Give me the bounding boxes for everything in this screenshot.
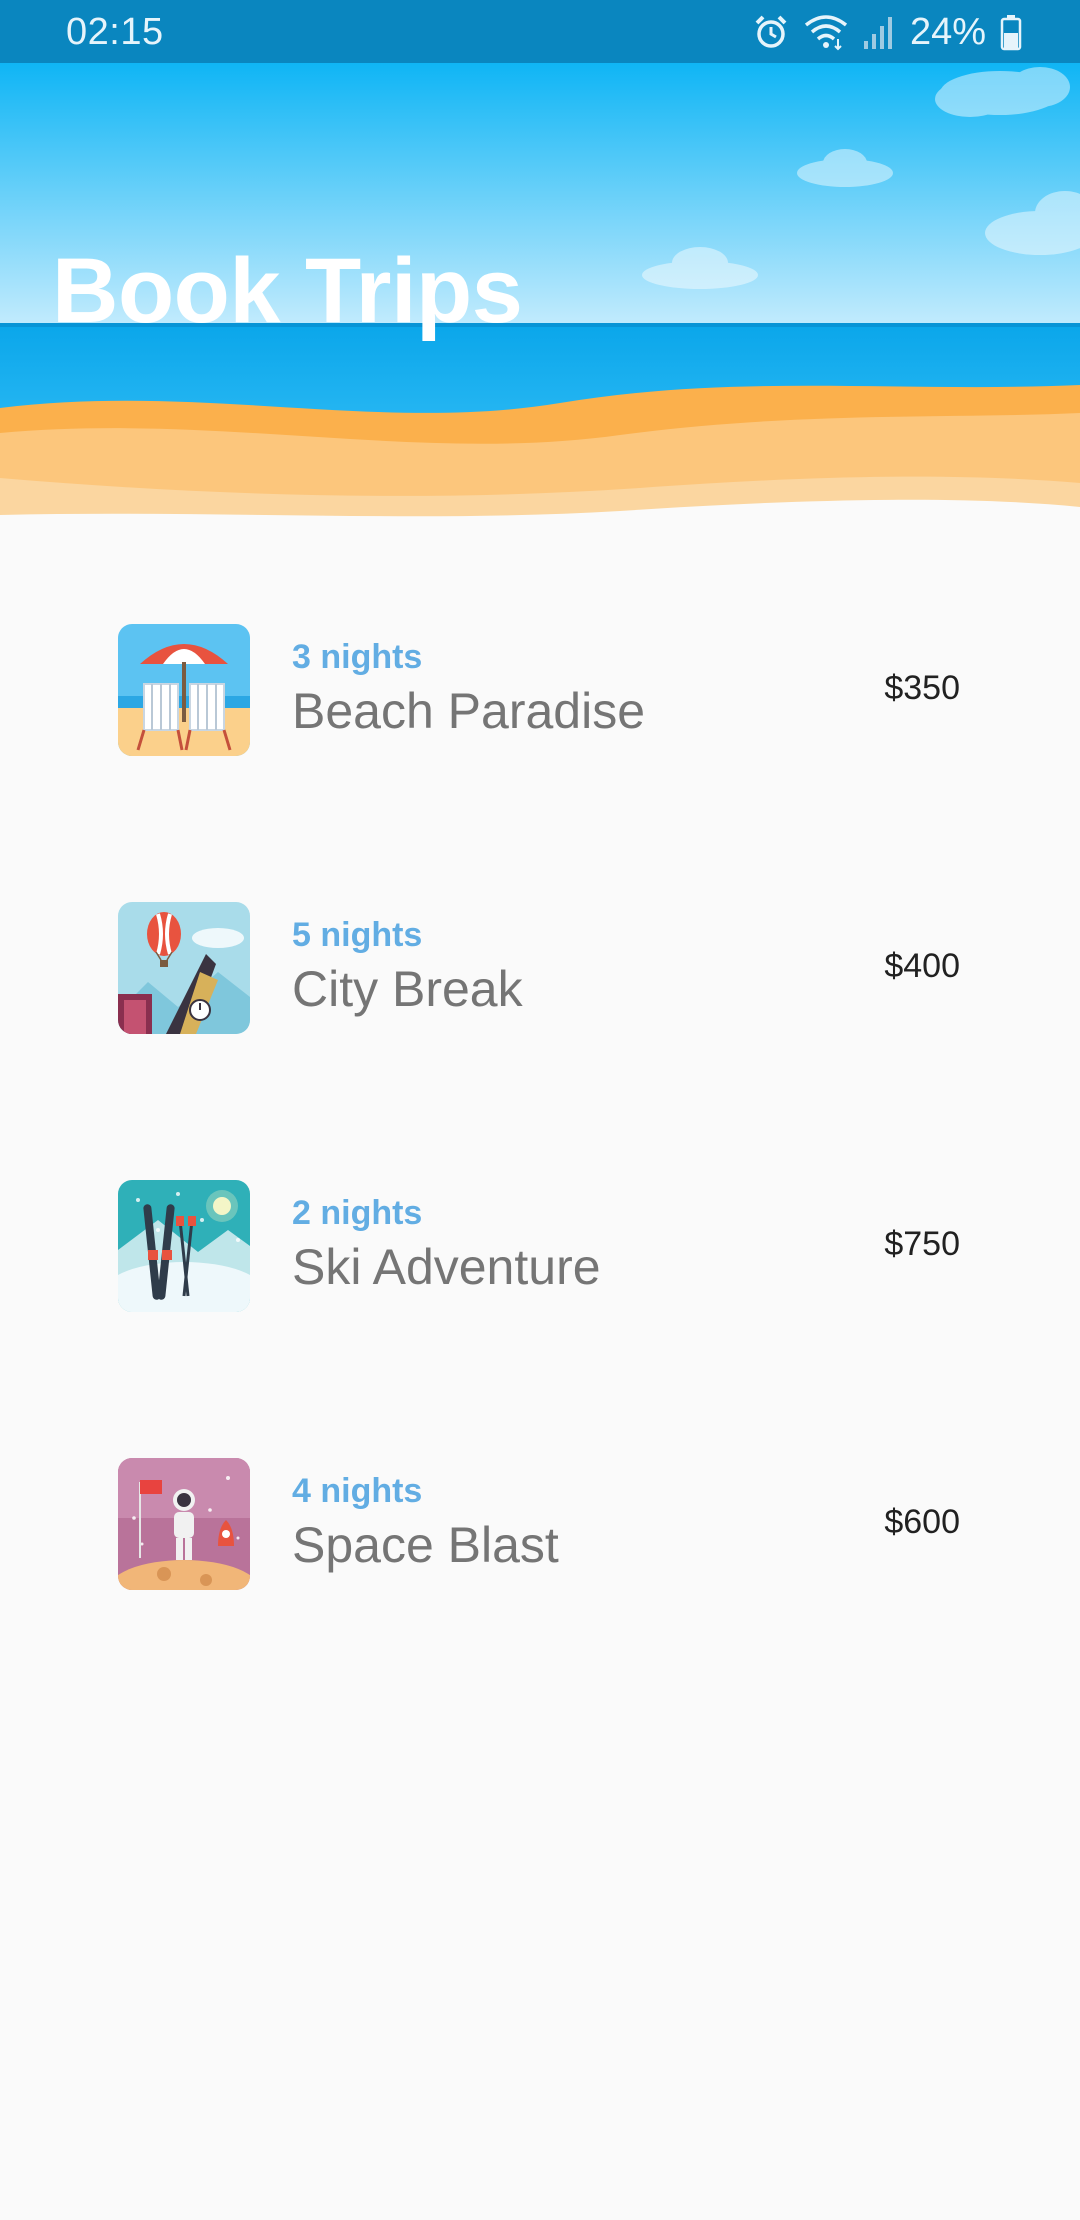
- astronaut-icon: [118, 1458, 250, 1590]
- trip-item-beach-paradise[interactable]: 3 nights Beach Paradise $350: [0, 563, 1080, 756]
- trip-nights: 5 nights: [292, 916, 423, 954]
- trip-price: $350: [884, 669, 960, 707]
- signal-icon: [862, 13, 896, 51]
- beach-chairs-icon: [118, 624, 250, 756]
- app-screen: 02:15 24% Book Trips 3 nights Beach Para…: [0, 0, 1080, 2220]
- trip-nights: 2 nights: [292, 1194, 423, 1232]
- trip-name: Beach Paradise: [292, 683, 646, 739]
- trip-nights: 4 nights: [292, 1472, 423, 1510]
- skis-icon: [118, 1180, 250, 1312]
- wifi-icon: [804, 13, 848, 51]
- big-ben-balloon-icon: [118, 902, 250, 1034]
- trip-item-city-break[interactable]: 5 nights City Break $400: [0, 841, 1080, 1034]
- trip-price: $750: [884, 1225, 960, 1263]
- trip-price: $600: [884, 1503, 960, 1541]
- trip-name: Ski Adventure: [292, 1239, 601, 1295]
- trip-item-space-blast[interactable]: 4 nights Space Blast $600: [0, 1397, 1080, 1590]
- trip-price: $400: [884, 947, 960, 985]
- battery-icon: [1000, 13, 1022, 51]
- battery-percentage: 24%: [909, 11, 986, 53]
- trip-name: Space Blast: [292, 1517, 559, 1573]
- trip-name: City Break: [292, 961, 523, 1017]
- alarm-icon: [752, 13, 790, 51]
- status-icons: 24%: [752, 8, 1022, 56]
- trip-item-ski-adventure[interactable]: 2 nights Ski Adventure $750: [0, 1119, 1080, 1312]
- status-time: 02:15: [66, 11, 164, 53]
- trip-nights: 3 nights: [292, 638, 423, 676]
- status-bar: 02:15 24%: [0, 0, 1080, 63]
- page-title: Book Trips: [52, 240, 523, 342]
